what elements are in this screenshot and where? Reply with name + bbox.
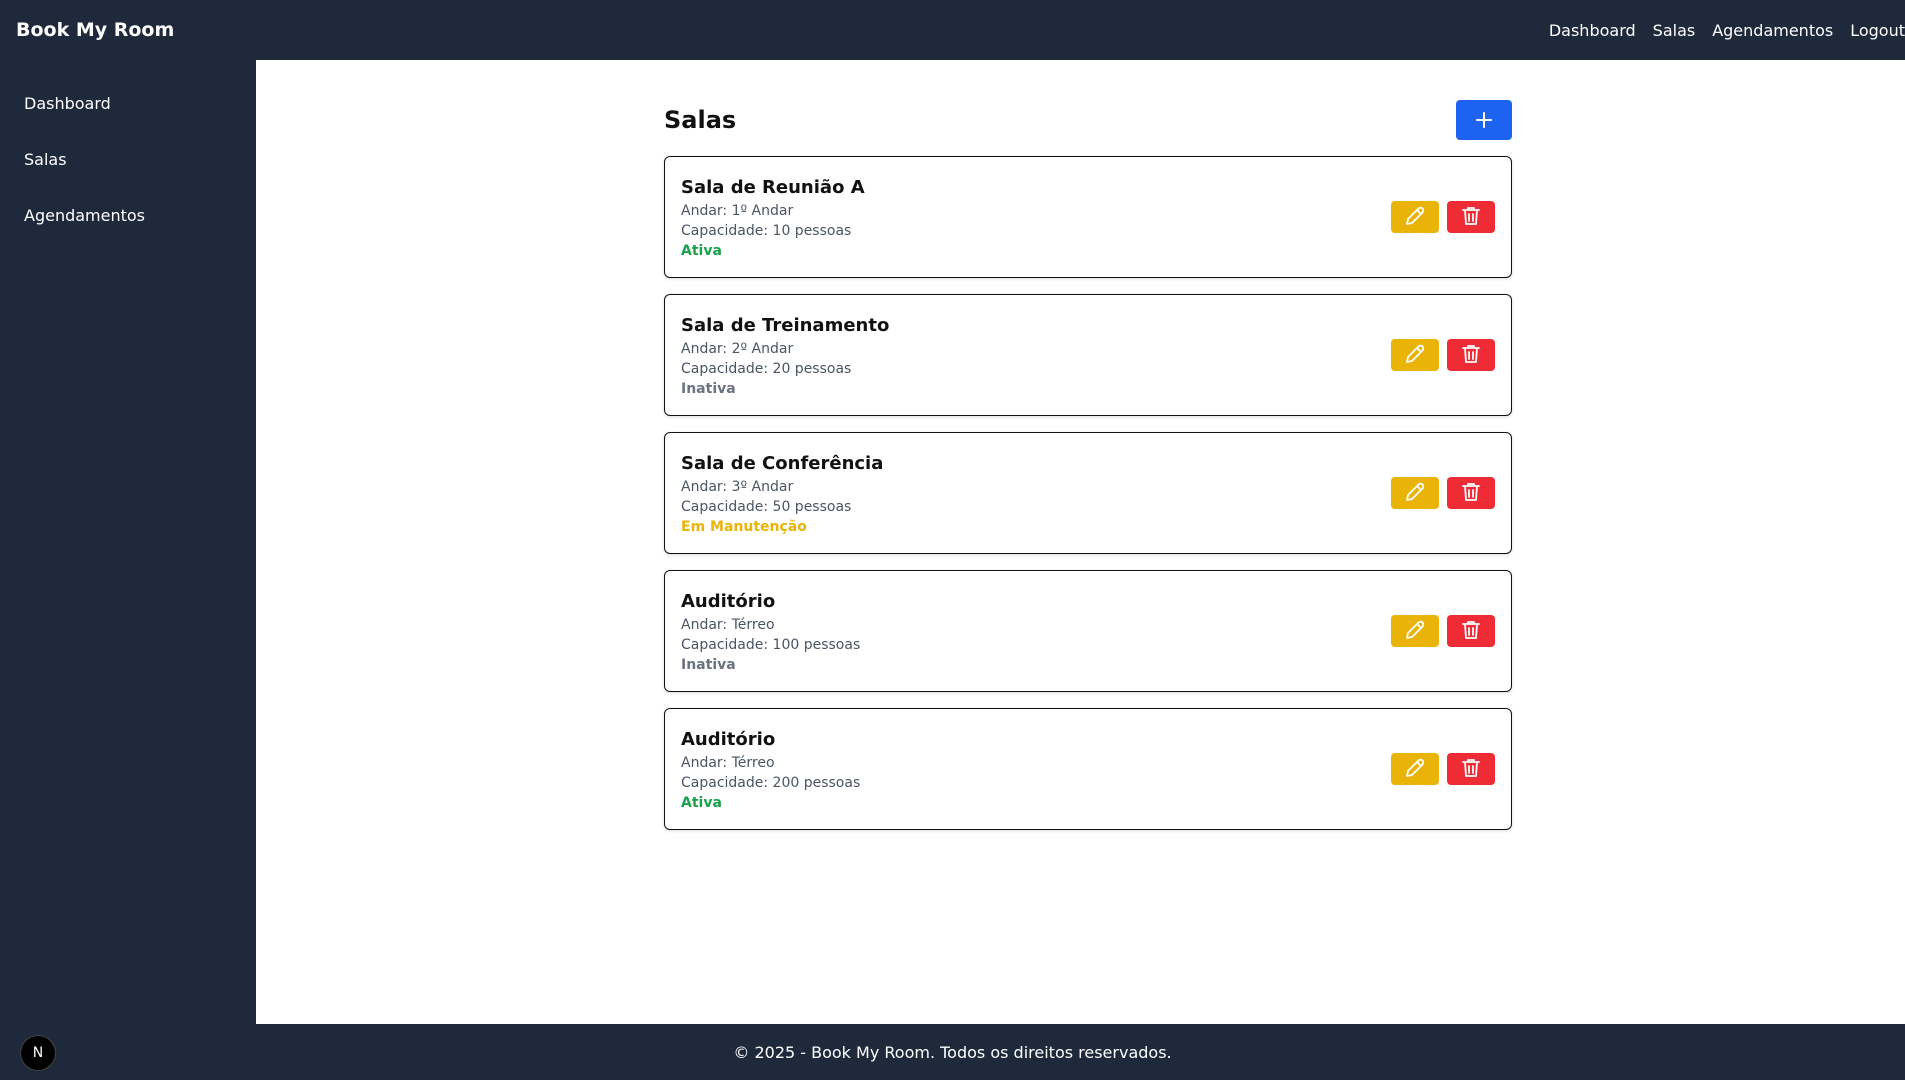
pencil-icon xyxy=(1403,204,1427,231)
page-header: Salas xyxy=(664,100,1512,140)
trash-icon xyxy=(1459,342,1483,369)
rooms-section: Salas Sala de Reunião A Andar: 1º Andar Ca… xyxy=(664,100,1512,846)
room-name: Sala de Treinamento xyxy=(681,315,890,336)
top-navbar: Book My Room Dashboard Salas Agendamento… xyxy=(0,0,1905,60)
topnav-logout-link[interactable]: Logout xyxy=(1850,21,1905,40)
room-actions xyxy=(1391,615,1495,647)
room-actions xyxy=(1391,201,1495,233)
room-floor: Andar: 3º Andar xyxy=(681,479,794,495)
room-card: Auditório Andar: Térreo Capacidade: 100 pe… xyxy=(664,570,1512,692)
room-status: Inativa xyxy=(681,381,736,397)
nextjs-badge-letter: N xyxy=(32,1045,44,1061)
edit-room-button[interactable] xyxy=(1391,477,1439,509)
brand-logo[interactable]: Book My Room xyxy=(16,19,174,41)
room-info: Auditório Andar: Térreo Capacidade: 200 pe… xyxy=(681,729,860,813)
room-card: Sala de Reunião A Andar: 1º Andar Capacida… xyxy=(664,156,1512,278)
footer-copyright: © 2025 - Book My Room. Todos os direitos… xyxy=(733,1042,1172,1062)
room-capacity: Capacidade: 20 pessoas xyxy=(681,361,852,377)
nextjs-badge[interactable]: N xyxy=(21,1036,55,1070)
edit-room-button[interactable] xyxy=(1391,201,1439,233)
room-card: Auditório Andar: Térreo Capacidade: 200 pe… xyxy=(664,708,1512,830)
delete-room-button[interactable] xyxy=(1447,201,1495,233)
edit-room-button[interactable] xyxy=(1391,339,1439,371)
room-name: Auditório xyxy=(681,729,776,750)
room-status: Ativa xyxy=(681,795,722,811)
room-name: Auditório xyxy=(681,591,776,612)
room-name: Sala de Reunião A xyxy=(681,177,865,198)
sidebar-item-salas[interactable]: Salas xyxy=(0,132,256,188)
sidebar-item-dashboard[interactable]: Dashboard xyxy=(0,76,256,132)
pencil-icon xyxy=(1403,342,1427,369)
plus-icon xyxy=(1476,112,1492,128)
edit-room-button[interactable] xyxy=(1391,615,1439,647)
sidebar: Dashboard Salas Agendamentos xyxy=(0,60,256,1024)
room-info: Auditório Andar: Térreo Capacidade: 100 pe… xyxy=(681,591,860,675)
edit-room-button[interactable] xyxy=(1391,753,1439,785)
page-title: Salas xyxy=(664,106,737,134)
pencil-icon xyxy=(1403,480,1427,507)
trash-icon xyxy=(1459,618,1483,645)
sidebar-item-agendamentos[interactable]: Agendamentos xyxy=(0,188,256,244)
topnav-agendamentos-link[interactable]: Agendamentos xyxy=(1712,21,1833,40)
footer: © 2025 - Book My Room. Todos os direitos… xyxy=(0,1024,1905,1080)
room-floor: Andar: Térreo xyxy=(681,755,775,771)
room-capacity: Capacidade: 50 pessoas xyxy=(681,499,852,515)
topnav-dashboard-link[interactable]: Dashboard xyxy=(1549,21,1636,40)
room-info: Sala de Treinamento Andar: 2º Andar Capaci… xyxy=(681,315,889,399)
trash-icon xyxy=(1459,480,1483,507)
pencil-icon xyxy=(1403,618,1427,645)
trash-icon xyxy=(1459,756,1483,783)
room-status: Em Manutenção xyxy=(681,519,807,535)
delete-room-button[interactable] xyxy=(1447,615,1495,647)
main-content: Salas Sala de Reunião A Andar: 1º Andar Ca… xyxy=(256,60,1905,1024)
topnav-salas-link[interactable]: Salas xyxy=(1653,21,1696,40)
room-list: Sala de Reunião A Andar: 1º Andar Capacida… xyxy=(664,156,1512,830)
room-actions xyxy=(1391,339,1495,371)
room-floor: Andar: 1º Andar xyxy=(681,203,794,219)
room-status: Ativa xyxy=(681,243,722,259)
room-capacity: Capacidade: 200 pessoas xyxy=(681,775,861,791)
room-name: Sala de Conferência xyxy=(681,453,884,474)
delete-room-button[interactable] xyxy=(1447,339,1495,371)
delete-room-button[interactable] xyxy=(1447,477,1495,509)
trash-icon xyxy=(1459,204,1483,231)
room-floor: Andar: 2º Andar xyxy=(681,341,794,357)
room-info: Sala de Conferência Andar: 3º Andar Capaci… xyxy=(681,453,883,537)
delete-room-button[interactable] xyxy=(1447,753,1495,785)
room-info: Sala de Reunião A Andar: 1º Andar Capacida… xyxy=(681,177,865,261)
room-card: Sala de Conferência Andar: 3º Andar Capaci… xyxy=(664,432,1512,554)
room-card: Sala de Treinamento Andar: 2º Andar Capaci… xyxy=(664,294,1512,416)
pencil-icon xyxy=(1403,756,1427,783)
room-actions xyxy=(1391,753,1495,785)
room-actions xyxy=(1391,477,1495,509)
room-floor: Andar: Térreo xyxy=(681,617,775,633)
room-capacity: Capacidade: 100 pessoas xyxy=(681,637,861,653)
room-capacity: Capacidade: 10 pessoas xyxy=(681,223,852,239)
room-status: Inativa xyxy=(681,657,736,673)
add-room-button[interactable] xyxy=(1456,100,1512,140)
top-nav-links: Dashboard Salas Agendamentos Logout xyxy=(1549,21,1905,40)
